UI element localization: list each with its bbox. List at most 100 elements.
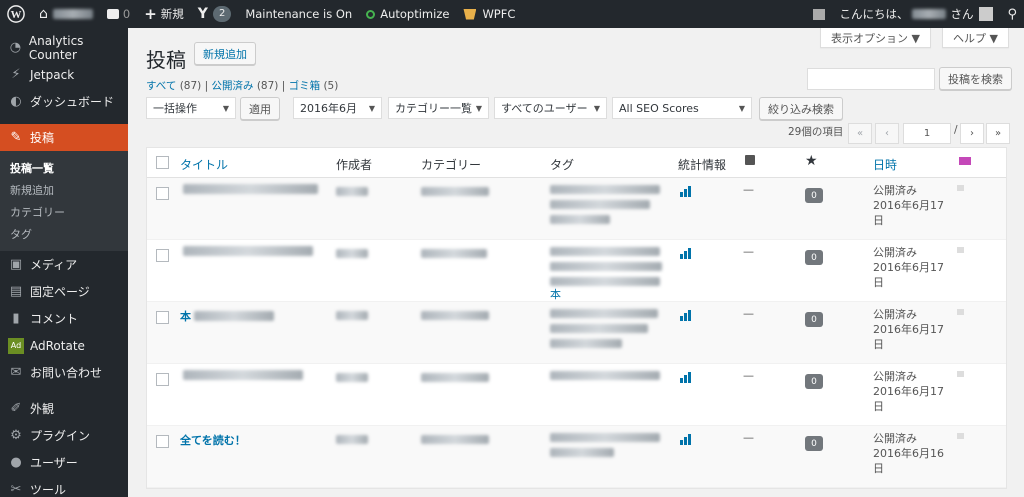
sidebar-item-label: Analytics Counter [28,33,84,62]
sidebar-item-contact[interactable]: ✉ お問い合わせ [0,359,128,386]
add-new-button[interactable]: 新規追加 [194,42,256,65]
post-date: 2016年6月17 [873,261,944,274]
filter-published-link[interactable]: 公開済み (87) [211,80,278,92]
tags-cell[interactable]: 本 [550,247,662,302]
row-checkbox[interactable] [156,373,169,386]
apply-button[interactable]: 適用 [240,97,280,120]
category-link[interactable] [421,310,489,323]
filter-trash-link[interactable]: ゴミ箱 (5) [289,80,339,92]
next-page-button[interactable]: › [960,123,984,144]
post-title-link[interactable] [180,370,303,380]
sidebar-item-media[interactable]: ▣ メディア [0,251,128,278]
author-link[interactable] [336,186,368,199]
seo-score-select[interactable]: All SEO Scores ▼ [612,97,752,119]
submenu-all-posts[interactable]: 投稿一覧 [0,157,128,179]
category-link[interactable] [421,248,487,261]
filter-button[interactable]: 絞り込み検索 [759,97,843,120]
category-select[interactable]: カテゴリー一覧 ▼ [388,97,489,119]
stats-bar-icon[interactable] [680,248,694,259]
wordpress-logo-icon[interactable]: W [0,0,32,28]
comment-count-badge[interactable]: 0 [805,374,823,389]
wpfc-link[interactable]: WPFC [456,0,522,28]
column-date-header[interactable]: 日時 [873,156,897,173]
sidebar-item-dashboard[interactable]: ◐ ダッシュボード [0,88,128,115]
maintenance-link[interactable]: Maintenance is On [238,0,359,28]
yoast-link[interactable]: Y 2 [191,0,239,28]
user-select[interactable]: すべてのユーザー ▼ [494,97,607,119]
row-checkbox[interactable] [156,187,169,200]
search-posts-button[interactable]: 投稿を検索 [939,67,1012,90]
select-all-checkbox[interactable] [156,156,169,169]
category-link[interactable] [421,186,489,199]
month-select[interactable]: 2016年6月 ▼ [293,97,382,119]
tags-cell[interactable] [550,185,662,224]
table-row: 全てを読む！ — 0 公開済み 2016年6月16 日 [147,426,1006,488]
comment-count-badge[interactable]: 0 [805,312,823,327]
new-label: 新規 [160,7,184,21]
search-icon[interactable]: ⚲ [1000,0,1024,28]
sidebar-item-posts[interactable]: ✎ 投稿 [0,124,128,151]
stats-bar-icon[interactable] [680,372,694,383]
tags-cell[interactable] [550,433,662,457]
author-link[interactable] [336,248,368,261]
sidebar-item-jetpack[interactable]: ⚡ Jetpack [0,61,128,88]
post-title-link[interactable] [180,184,318,194]
comment-column-icon[interactable] [745,155,755,165]
sidebar-item-users[interactable]: ● ユーザー [0,449,128,476]
prev-page-button[interactable]: ‹ [875,123,899,144]
site-home-link[interactable]: ⌂ [32,0,100,28]
tag-redacted [550,215,610,224]
filter-all-link[interactable]: すべて (87) [146,80,201,92]
star-icon[interactable]: ★ [805,153,818,169]
stats-bar-icon[interactable] [680,434,694,445]
tag-redacted [550,185,660,194]
screen-options-button[interactable]: 表示オプション ▼ [820,28,931,48]
category-redacted [421,249,487,258]
comments-link[interactable]: 0 [100,0,137,28]
post-title-redacted [183,370,303,380]
new-content-link[interactable]: + 新規 [137,0,191,28]
comment-count-badge[interactable]: 0 [805,250,823,265]
row-checkbox[interactable] [156,435,169,448]
current-page-input[interactable]: 1 [903,123,951,144]
sidebar-item-pages[interactable]: ▤ 固定ページ [0,278,128,305]
sidebar-item-comments[interactable]: ▮ コメント [0,305,128,332]
last-page-button[interactable]: » [986,123,1010,144]
post-title-link[interactable] [180,246,313,256]
autoptimize-link[interactable]: Autoptimize [359,0,456,28]
category-link[interactable] [421,434,489,447]
submenu-tags[interactable]: タグ [0,223,128,245]
sidebar-item-analytics-counter[interactable]: ◔ Analytics Counter [0,33,128,62]
admin-bar: W ⌂ 0 + 新規 Y 2 Maintenance is On Autopti… [0,0,1024,28]
author-link[interactable] [336,310,368,323]
comment-count-badge[interactable]: 0 [805,188,823,203]
seo-score-icon [957,247,964,253]
bulk-action-select[interactable]: 一括操作 ▼ [146,97,236,119]
search-input[interactable] [807,68,935,90]
my-account[interactable]: こんにちは、 さん [832,0,1000,28]
comment-count-badge[interactable]: 0 [805,436,823,451]
post-date: 2016年6月17 [873,323,944,336]
tags-cell[interactable] [550,371,662,380]
notification-icon[interactable] [806,0,832,28]
row-checkbox[interactable] [156,311,169,324]
sidebar-item-tools[interactable]: ✂ ツール [0,476,128,497]
home-icon: ⌂ [39,6,48,22]
author-link[interactable] [336,372,368,385]
submenu-categories[interactable]: カテゴリー [0,201,128,223]
category-link[interactable] [421,372,489,385]
sidebar-item-adrotate[interactable]: Ad AdRotate [0,332,128,359]
tags-cell[interactable] [550,309,662,348]
stats-bar-icon[interactable] [680,186,694,197]
author-link[interactable] [336,434,368,447]
stats-bar-icon[interactable] [680,310,694,321]
column-title-header[interactable]: タイトル [180,156,228,173]
sidebar-item-appearance[interactable]: ✐ 外観 [0,395,128,422]
first-page-button[interactable]: « [848,123,872,144]
help-button[interactable]: ヘルプ ▼ [942,28,1009,48]
post-title-link[interactable]: 本 [180,308,274,324]
post-title-link[interactable]: 全てを読む！ [180,432,249,448]
sidebar-item-plugins[interactable]: ⚙ プラグイン [0,422,128,449]
row-checkbox[interactable] [156,249,169,262]
submenu-add-new[interactable]: 新規追加 [0,179,128,201]
